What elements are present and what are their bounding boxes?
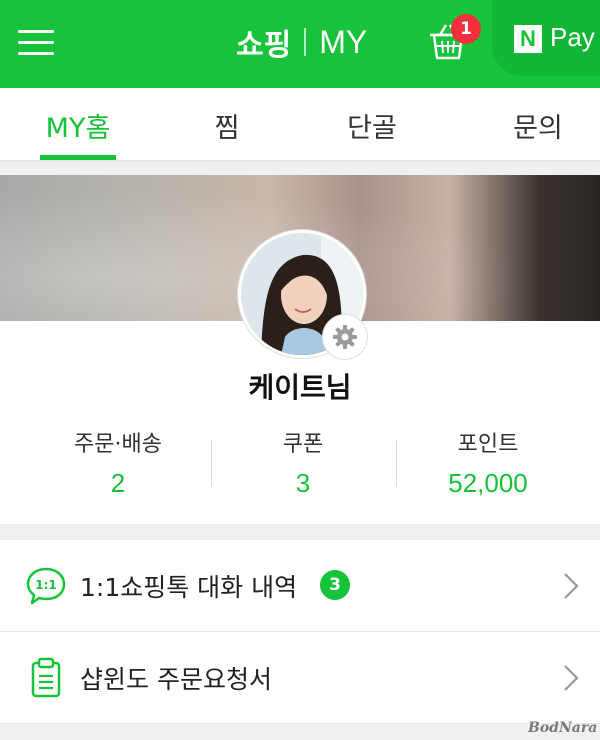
stat-label: 포인트 — [457, 432, 519, 457]
tab-favorite-stores[interactable]: 단골 — [322, 88, 422, 162]
stat-coupons[interactable]: 쿠폰 3 — [203, 430, 403, 499]
chevron-right-icon — [562, 572, 580, 600]
title-divider — [304, 28, 307, 56]
stat-value: 52,000 — [448, 468, 528, 498]
title-shopping: 쇼핑 — [236, 28, 292, 63]
stat-points[interactable]: 포인트 52,000 — [388, 430, 588, 499]
list-item-label: 1:1쇼핑톡 대화 내역 — [80, 573, 298, 602]
cart-count-badge: 1 — [451, 14, 481, 44]
title-my: MY — [319, 23, 368, 60]
stat-orders-delivery[interactable]: 주문·배송 2 — [18, 430, 218, 499]
stat-value: 2 — [110, 468, 126, 498]
pay-label: Pay — [550, 22, 595, 52]
stat-label: 쿠폰 — [282, 432, 324, 457]
clipboard-icon — [24, 656, 68, 700]
tab-bar: MY홈 찜 단골 문의 — [0, 88, 600, 162]
tab-wishlist[interactable]: 찜 — [187, 88, 267, 162]
list-item-shopwindow-order-request[interactable]: 샵윈도 주문요청서 — [0, 632, 600, 724]
naver-n-logo-icon: N — [514, 25, 542, 53]
active-tab-indicator — [40, 155, 116, 160]
watermark: BodNara — [528, 720, 598, 736]
stat-label: 주문·배송 — [74, 432, 162, 457]
list-item-shopping-talk-history[interactable]: 1:1 1:1쇼핑톡 대화 내역 3 — [0, 540, 600, 632]
profile-username: 케이트님 — [248, 371, 352, 404]
top-bar: 쇼핑 MY 1 N Pay — [0, 0, 600, 88]
profile-settings-gear-icon[interactable] — [322, 314, 368, 360]
list-item-label: 샵윈도 주문요청서 — [80, 665, 272, 694]
page-title: 쇼핑 MY — [236, 22, 368, 64]
tab-my-home[interactable]: MY홈 — [28, 88, 128, 162]
chevron-right-icon — [562, 664, 580, 692]
tab-inquiry[interactable]: 문의 — [488, 88, 588, 162]
chat-bubble-icon: 1:1 — [24, 564, 68, 608]
my-menu-list: 1:1 1:1쇼핑톡 대화 내역 3 샵윈도 주문요청서 — [0, 540, 600, 724]
unread-count-badge: 3 — [320, 570, 350, 600]
hamburger-menu-icon[interactable] — [18, 28, 54, 56]
naver-pay-button[interactable]: N Pay — [492, 0, 600, 76]
chat-icon-label: 1:1 — [35, 578, 57, 592]
stat-value: 3 — [295, 468, 311, 498]
